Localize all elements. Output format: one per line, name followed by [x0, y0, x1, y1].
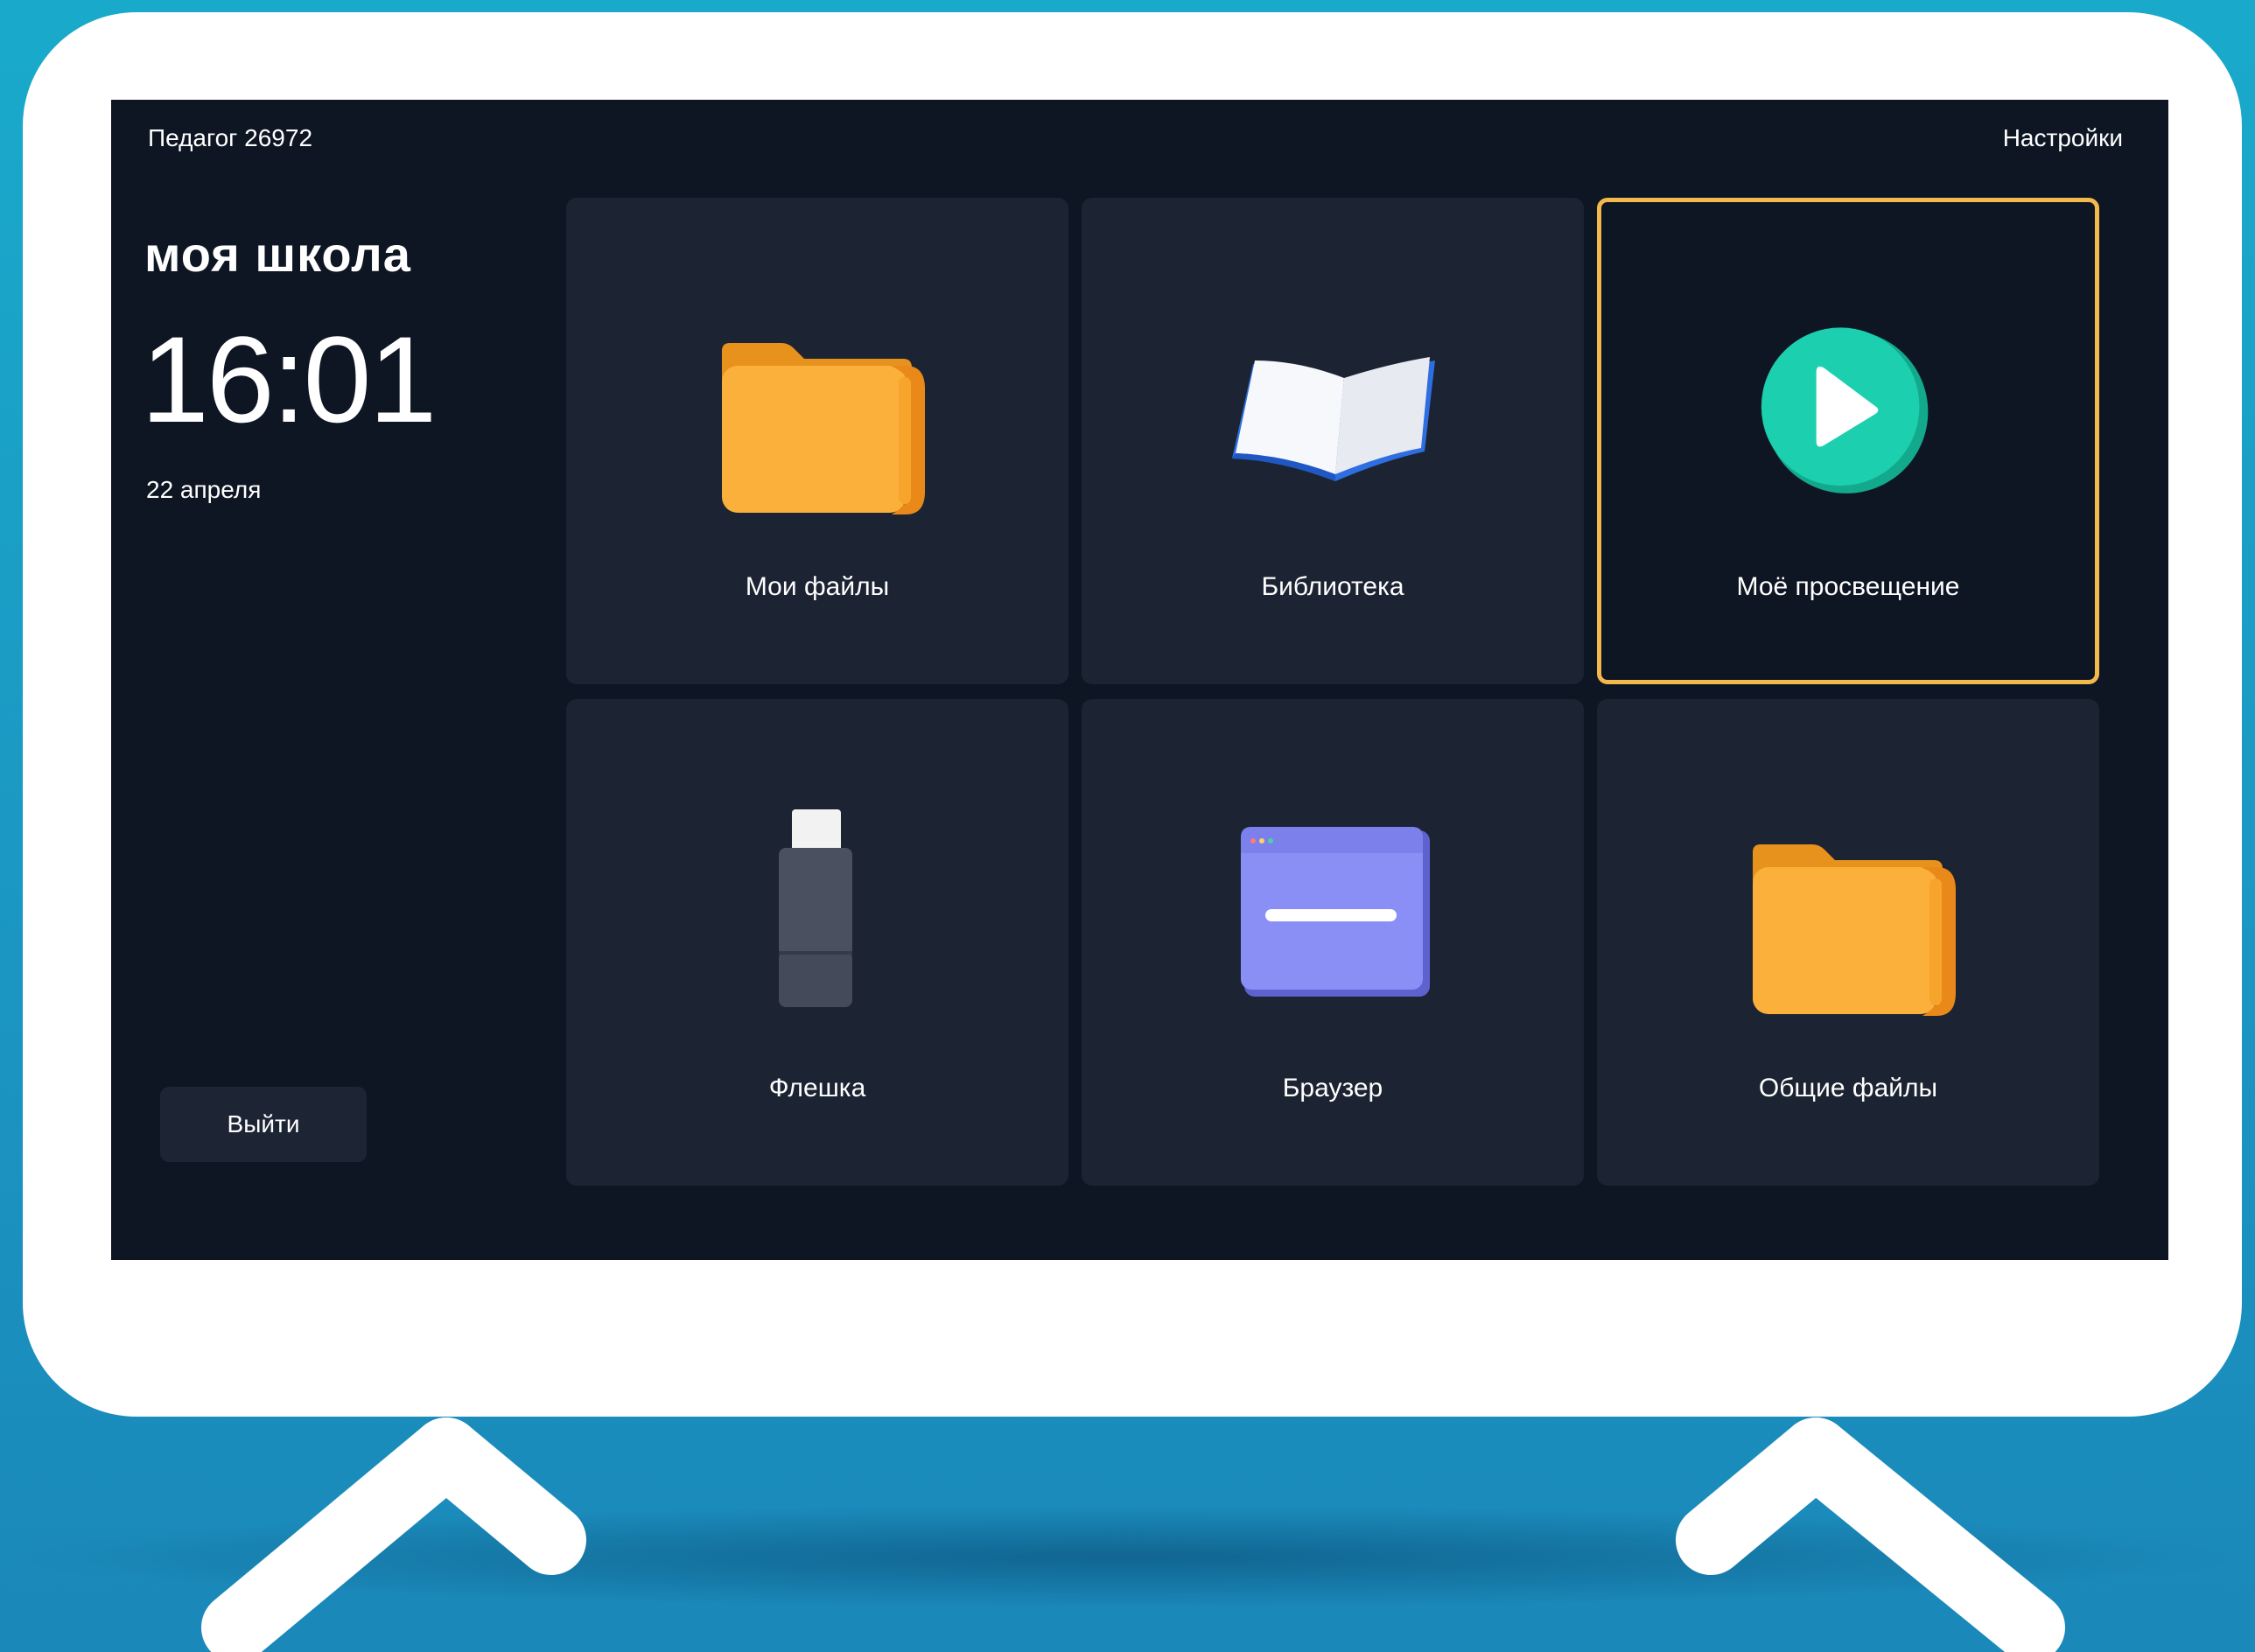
tv-screen: Педагог 26972 Настройки моя школа 16:01 … [111, 100, 2168, 1260]
play-icon [1761, 327, 1929, 494]
date: 22 апреля [146, 476, 262, 503]
clock: 16:01 [141, 311, 437, 448]
tile-my-prosveshchenie[interactable]: Моё просвещение [1597, 198, 2099, 684]
school-title: моя школа [144, 227, 411, 282]
tile-label: Браузер [1282, 1074, 1383, 1102]
tile-shared-files[interactable]: Общие файлы [1597, 699, 2099, 1186]
user-name: Педагог 26972 [148, 124, 313, 151]
book-icon [1232, 357, 1435, 481]
tile-label: Моё просвещение [1736, 572, 1960, 601]
folder-icon [722, 343, 925, 514]
tile-label: Флешка [768, 1074, 866, 1102]
logout-button[interactable]: Выйти [160, 1087, 367, 1162]
tile-label: Библиотека [1261, 572, 1404, 601]
tile-usb-drive[interactable]: Флешка [566, 699, 1068, 1186]
usb-drive-icon [779, 809, 852, 1007]
settings-link[interactable]: Настройки [2003, 124, 2123, 152]
tile-label: Мои файлы [745, 572, 890, 601]
tile-browser[interactable]: Браузер [1082, 699, 1584, 1186]
tile-my-files[interactable]: Мои файлы [566, 198, 1068, 684]
tile-label: Общие файлы [1758, 1074, 1938, 1102]
folder-icon [1753, 844, 1956, 1016]
browser-window-icon [1241, 827, 1430, 997]
tile-library[interactable]: Библиотека [1082, 198, 1584, 684]
